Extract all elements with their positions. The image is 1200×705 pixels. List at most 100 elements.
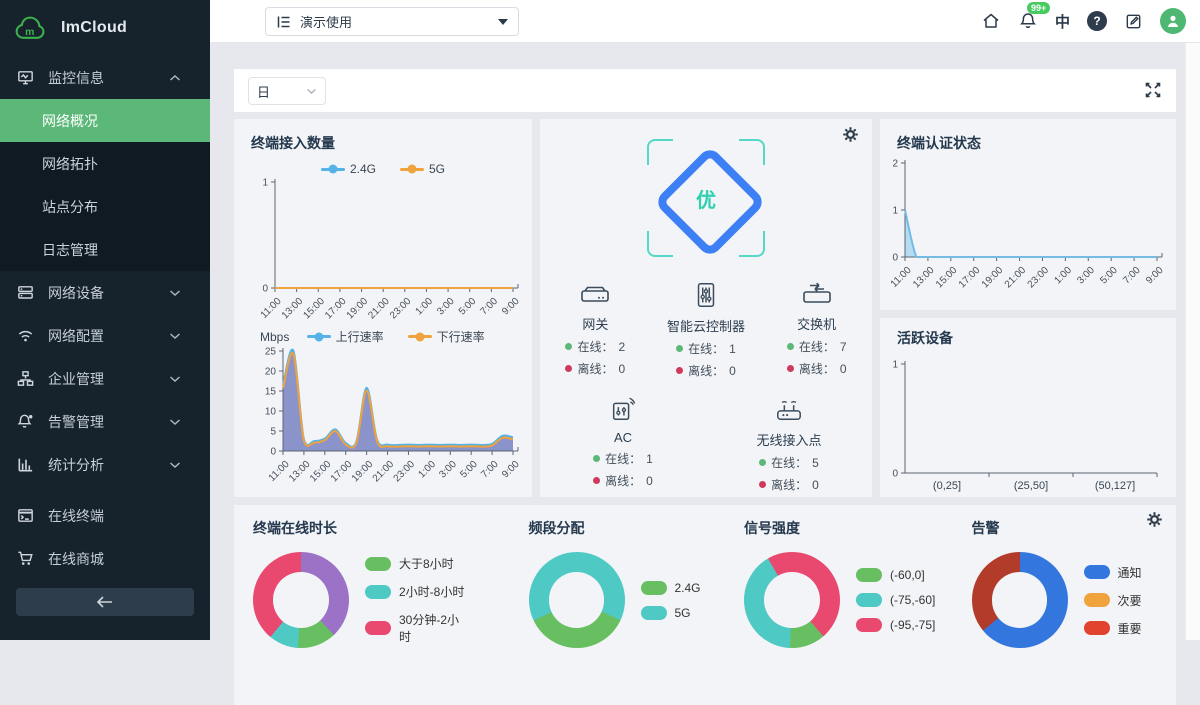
feedback-button[interactable]	[1124, 12, 1143, 31]
sidebar-item-online-terminals[interactable]: 在线终端	[0, 494, 210, 537]
health-grade-indicator: 优	[647, 139, 765, 257]
legend-item[interactable]: 次要	[1084, 592, 1142, 609]
svg-text:3:00: 3:00	[437, 459, 459, 481]
alarm-legend[interactable]: 通知次要重要	[1084, 564, 1142, 637]
distribution-panel: 终端在线时长 大于8小时2小时-8小时30分钟-2小时 频段分配 2.4G5G …	[234, 505, 1176, 705]
sidebar-item-site-distribution[interactable]: 站点分布	[0, 185, 210, 228]
legend-label: 重要	[1118, 620, 1142, 637]
alarm-section: 告警 通知次要重要	[941, 505, 1177, 648]
offline-dot	[759, 481, 766, 488]
legend-item[interactable]: 2.4G	[321, 162, 376, 176]
scrollbar[interactable]	[1185, 43, 1200, 640]
sidebar-item-enterprise[interactable]: 企业管理	[0, 357, 210, 400]
chevron-down-icon	[169, 289, 181, 297]
legend-item[interactable]: 上行速率	[307, 328, 384, 345]
panel-title: 终端认证状态	[880, 119, 1176, 153]
legend-chip	[1084, 565, 1110, 579]
user-icon	[1165, 13, 1181, 29]
svg-text:1: 1	[892, 360, 898, 371]
svg-text:23:00: 23:00	[388, 296, 414, 322]
online-dot	[787, 343, 794, 350]
svg-text:15:00: 15:00	[934, 265, 960, 291]
home-button[interactable]	[981, 11, 1001, 31]
legend-item[interactable]: 下行速率	[408, 328, 485, 345]
svg-text:5: 5	[270, 427, 276, 438]
settings-button[interactable]	[1146, 511, 1163, 528]
sidebar-item-statistics[interactable]: 统计分析	[0, 443, 210, 486]
sidebar-item-label: 网络设备	[48, 283, 169, 303]
org-list-icon	[276, 14, 292, 30]
online-count: 在线：1	[540, 450, 706, 467]
access-chart-legend[interactable]: 2.4G 5G	[234, 162, 532, 176]
legend-item[interactable]: 大于8小时	[365, 555, 470, 572]
legend-mark	[321, 168, 345, 171]
legend-item[interactable]: (-60,0]	[856, 568, 935, 582]
sidebar-item-network-overview[interactable]: 网络概况	[0, 99, 210, 142]
offline-count: 离线：0	[540, 360, 651, 377]
chevron-down-icon	[169, 375, 181, 383]
svg-text:0: 0	[892, 253, 898, 264]
offline-count: 离线：0	[540, 472, 706, 489]
help-button[interactable]: ?	[1087, 11, 1107, 31]
legend-item[interactable]: 通知	[1084, 564, 1142, 581]
legend-label: 下行速率	[437, 328, 485, 345]
topbar-actions: 99+ 中 ?	[981, 0, 1186, 42]
sidebar-item-alarm-management[interactable]: 告警管理	[0, 400, 210, 443]
y-axis-unit: Mbps	[260, 330, 289, 344]
online-count: 在线：1	[651, 340, 762, 357]
sidebar-item-online-store[interactable]: 在线商城	[0, 537, 210, 580]
sidebar-item-network-devices[interactable]: 网络设备	[0, 271, 210, 314]
legend-item[interactable]: 5G	[400, 162, 445, 176]
language-toggle[interactable]: 中	[1055, 11, 1070, 32]
legend-item[interactable]: 2小时-8小时	[365, 583, 470, 600]
legend-mark	[400, 168, 424, 171]
server-icon	[16, 283, 35, 302]
online-dot	[676, 345, 683, 352]
org-selector-dropdown[interactable]: 演示使用	[265, 7, 519, 36]
notifications-button[interactable]: 99+	[1018, 11, 1038, 31]
wifi-icon	[16, 326, 35, 345]
legend-chip	[365, 621, 391, 635]
speed-chart: 051015202511:0013:0015:0017:0019:0021:00…	[247, 345, 532, 491]
svg-text:1:00: 1:00	[416, 459, 438, 481]
legend-label: 通知	[1118, 564, 1142, 581]
terminal-icon	[16, 506, 35, 525]
svg-text:19:00: 19:00	[350, 459, 376, 485]
sidebar-collapse-button[interactable]	[16, 588, 194, 616]
sidebar-item-monitoring[interactable]: 监控信息	[0, 56, 210, 99]
terminal-access-panel: 终端接入数量 2.4G5G 0111:0013:0015:0017:0019:0…	[234, 119, 532, 497]
signal-strength-legend[interactable]: (-60,0] (-75,-60] (-95,-75]	[856, 568, 935, 632]
svg-text:11:00: 11:00	[267, 459, 292, 484]
legend-item[interactable]: (-95,-75]	[856, 618, 935, 632]
device-status-row-1: 网关 在线：2 离线：0 智能云控制器 在线：1 离线：0	[540, 281, 872, 379]
svg-text:13:00: 13:00	[911, 265, 937, 291]
sidebar-item-network-topology[interactable]: 网络拓扑	[0, 142, 210, 185]
online-duration-legend[interactable]: 大于8小时2小时-8小时30分钟-2小时	[365, 555, 470, 645]
speed-chart-legend[interactable]: 上行速率 下行速率	[289, 328, 502, 345]
period-select[interactable]: 日	[248, 77, 326, 105]
svg-text:17:00: 17:00	[323, 296, 349, 322]
legend-item[interactable]: 2.4G	[641, 581, 701, 595]
device-cloud-controller: 智能云控制器 在线：1 离线：0	[651, 281, 762, 379]
sidebar-item-label: 网络配置	[48, 326, 169, 346]
sidebar: m ImCloud 监控信息 网络概况 网络拓扑 站点分布 日志管理 网络设备	[0, 0, 210, 640]
grade-text: 优	[647, 139, 765, 257]
sidebar-item-network-config[interactable]: 网络配置	[0, 314, 210, 357]
svg-text:21:00: 21:00	[371, 459, 397, 485]
legend-item[interactable]: 重要	[1084, 620, 1142, 637]
offline-count: 离线：0	[761, 360, 872, 377]
fullscreen-button[interactable]	[1145, 82, 1161, 98]
legend-mark	[307, 335, 331, 338]
notification-badge: 99+	[1027, 2, 1050, 14]
legend-item[interactable]: 5G	[641, 606, 701, 620]
settings-button[interactable]	[842, 126, 859, 143]
legend-item[interactable]: (-75,-60]	[856, 593, 935, 607]
sidebar-item-log-management[interactable]: 日志管理	[0, 228, 210, 271]
topbar: 演示使用 99+ 中 ?	[210, 0, 1200, 43]
active-devices-panel: 活跃设备 01(0,25](25,50](50,127]	[880, 318, 1176, 497]
user-avatar[interactable]	[1160, 8, 1186, 34]
cart-icon	[16, 549, 35, 568]
svg-text:11:00: 11:00	[889, 265, 914, 290]
gateway-icon	[579, 281, 611, 307]
band-allocation-legend[interactable]: 2.4G 5G	[641, 581, 701, 620]
